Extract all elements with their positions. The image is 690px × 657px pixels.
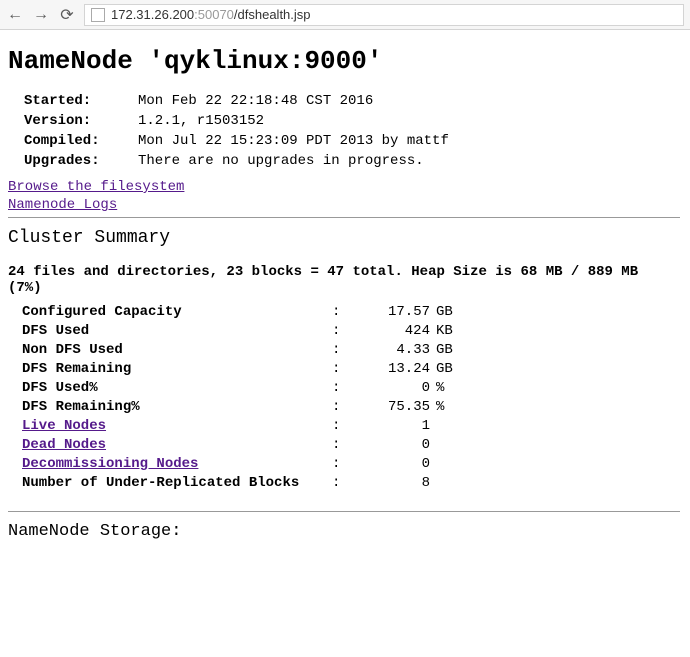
summary-value: 13.24 xyxy=(360,359,430,378)
summary-colon: : xyxy=(332,302,360,321)
summary-colon: : xyxy=(332,397,360,416)
live-nodes-link[interactable]: Live Nodes xyxy=(22,418,106,434)
summary-colon: : xyxy=(332,359,360,378)
meta-row-started: Started: Mon Feb 22 22:18:48 CST 2016 xyxy=(24,92,449,110)
reload-button[interactable]: ⟳ xyxy=(58,5,76,25)
summary-label: DFS Remaining% xyxy=(22,397,332,416)
summary-unit: % xyxy=(430,397,453,416)
summary-value: 4.33 xyxy=(360,340,430,359)
meta-val: 1.2.1, r1503152 xyxy=(138,112,449,130)
storage-heading: NameNode Storage: xyxy=(8,522,680,541)
browser-toolbar: ← → ⟳ 172.31.26.200:50070/dfshealth.jsp xyxy=(0,0,690,30)
page-body: NameNode 'qyklinux:9000' Started: Mon Fe… xyxy=(0,30,690,549)
meta-val: Mon Feb 22 22:18:48 CST 2016 xyxy=(138,92,449,110)
summary-value: 0 xyxy=(360,454,430,473)
namenode-meta-table: Started: Mon Feb 22 22:18:48 CST 2016 Ve… xyxy=(22,90,451,172)
summary-value: 75.35 xyxy=(360,397,430,416)
browse-filesystem-link[interactable]: Browse the filesystem xyxy=(8,178,680,196)
summary-value: 17.57 xyxy=(360,302,430,321)
summary-unit xyxy=(430,454,453,473)
namenode-logs-link[interactable]: Namenode Logs xyxy=(8,196,680,214)
summary-row: DFS Used% : 0 % xyxy=(22,378,453,397)
meta-key: Upgrades: xyxy=(24,152,136,170)
summary-row: Dead Nodes : 0 xyxy=(22,435,453,454)
summary-row: DFS Used : 424 KB xyxy=(22,321,453,340)
summary-label: DFS Used xyxy=(22,321,332,340)
summary-row: Live Nodes : 1 xyxy=(22,416,453,435)
meta-key: Started: xyxy=(24,92,136,110)
summary-label: Configured Capacity xyxy=(22,302,332,321)
forward-button[interactable]: → xyxy=(32,6,50,24)
summary-colon: : xyxy=(332,473,360,492)
back-button[interactable]: ← xyxy=(6,6,24,24)
summary-colon: : xyxy=(332,321,360,340)
url-host: 172.31.26.200 xyxy=(111,7,194,22)
address-bar[interactable]: 172.31.26.200:50070/dfshealth.jsp xyxy=(84,4,684,26)
summary-colon: : xyxy=(332,340,360,359)
cluster-summary-table: Configured Capacity : 17.57 GB DFS Used … xyxy=(22,302,453,492)
summary-row: Non DFS Used : 4.33 GB xyxy=(22,340,453,359)
meta-row-compiled: Compiled: Mon Jul 22 15:23:09 PDT 2013 b… xyxy=(24,132,449,150)
meta-val: Mon Jul 22 15:23:09 PDT 2013 by mattf xyxy=(138,132,449,150)
summary-colon: : xyxy=(332,435,360,454)
summary-unit xyxy=(430,416,453,435)
dead-nodes-link[interactable]: Dead Nodes xyxy=(22,437,106,453)
summary-value: 1 xyxy=(360,416,430,435)
summary-unit: GB xyxy=(430,359,453,378)
url-display: 172.31.26.200:50070/dfshealth.jsp xyxy=(111,7,311,22)
summary-row: DFS Remaining : 13.24 GB xyxy=(22,359,453,378)
meta-key: Compiled: xyxy=(24,132,136,150)
meta-row-version: Version: 1.2.1, r1503152 xyxy=(24,112,449,130)
summary-colon: : xyxy=(332,378,360,397)
divider xyxy=(8,511,680,512)
summary-label: Number of Under-Replicated Blocks xyxy=(22,473,332,492)
page-title: NameNode 'qyklinux:9000' xyxy=(8,46,680,76)
summary-row: Decommissioning Nodes : 0 xyxy=(22,454,453,473)
page-icon xyxy=(91,8,105,22)
summary-colon: : xyxy=(332,416,360,435)
meta-key: Version: xyxy=(24,112,136,130)
url-port: :50070 xyxy=(194,7,234,22)
summary-row: Number of Under-Replicated Blocks : 8 xyxy=(22,473,453,492)
summary-unit: % xyxy=(430,378,453,397)
summary-unit: GB xyxy=(430,302,453,321)
cluster-summary-heading: Cluster Summary xyxy=(8,228,680,248)
summary-unit xyxy=(430,435,453,454)
meta-val: There are no upgrades in progress. xyxy=(138,152,449,170)
summary-unit: KB xyxy=(430,321,453,340)
summary-value: 0 xyxy=(360,378,430,397)
summary-unit xyxy=(430,473,453,492)
cluster-summary-line: 24 files and directories, 23 blocks = 47… xyxy=(8,264,680,296)
summary-label: DFS Remaining xyxy=(22,359,332,378)
meta-row-upgrades: Upgrades: There are no upgrades in progr… xyxy=(24,152,449,170)
summary-unit: GB xyxy=(430,340,453,359)
summary-colon: : xyxy=(332,454,360,473)
summary-row: DFS Remaining% : 75.35 % xyxy=(22,397,453,416)
summary-value: 8 xyxy=(360,473,430,492)
url-path: /dfshealth.jsp xyxy=(234,7,311,22)
summary-label: Non DFS Used xyxy=(22,340,332,359)
summary-label: DFS Used% xyxy=(22,378,332,397)
summary-value: 424 xyxy=(360,321,430,340)
divider xyxy=(8,217,680,218)
quick-links: Browse the filesystem Namenode Logs xyxy=(8,178,680,214)
decommissioning-nodes-link[interactable]: Decommissioning Nodes xyxy=(22,456,198,472)
summary-value: 0 xyxy=(360,435,430,454)
summary-row: Configured Capacity : 17.57 GB xyxy=(22,302,453,321)
